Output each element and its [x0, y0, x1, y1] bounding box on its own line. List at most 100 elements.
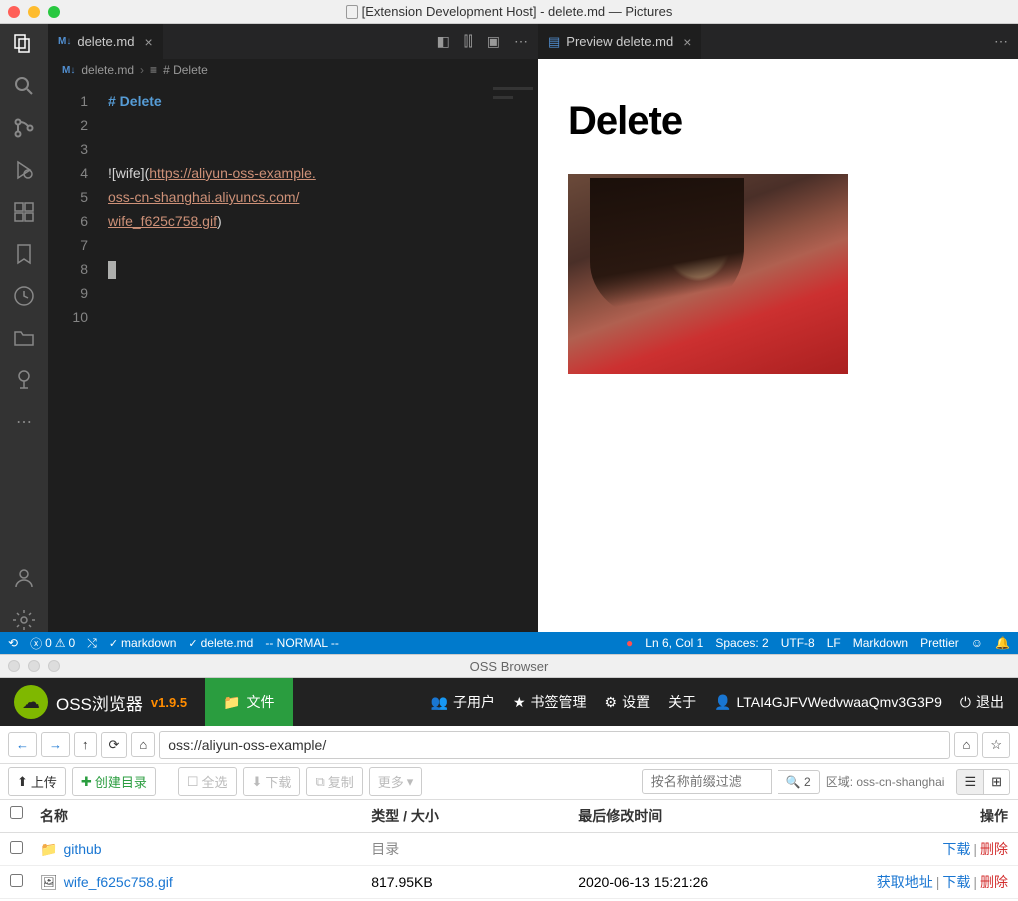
selectall-button[interactable]: ☐ 全选 — [178, 767, 237, 796]
home2-button[interactable]: ⌂ — [954, 732, 978, 757]
download-link[interactable]: 下载 — [942, 841, 970, 857]
lang-mode[interactable]: ✓ markdown — [109, 636, 177, 650]
nav-files[interactable]: 📁 文件 — [205, 678, 292, 726]
nav-subusers[interactable]: 👥 子用户 — [431, 692, 495, 712]
gear-icon[interactable] — [12, 608, 36, 632]
row-checkbox[interactable] — [10, 874, 23, 887]
select-all-checkbox[interactable] — [10, 806, 23, 819]
col-actions: 操作 — [868, 806, 1008, 826]
file-mode[interactable]: ✓ delete.md — [188, 636, 253, 650]
maximize-window-icon[interactable] — [48, 6, 60, 18]
nav-user[interactable]: 👤 LTAI4GJFVWedvwaaQmv3G3P9 — [714, 694, 942, 711]
markdown-icon: M↓ — [62, 65, 75, 76]
feedback-icon[interactable]: ☺ — [971, 636, 983, 650]
copy-button[interactable]: ⧉ 复制 — [306, 767, 362, 796]
file-table: 名称 类型 / 大小 最后修改时间 操作 📁github 目录 下载|删除 🖼w… — [0, 800, 1018, 901]
file-name[interactable]: wife_f625c758.gif — [64, 874, 173, 890]
table-row[interactable]: 🖼wife_f625c758.gif 817.95KB 2020-06-13 1… — [0, 866, 1018, 899]
close-window-icon[interactable] — [8, 660, 20, 672]
up-button[interactable]: ↑ — [74, 732, 97, 757]
more-actions-icon[interactable]: ⋯ — [514, 33, 528, 50]
formatter[interactable]: Prettier — [920, 636, 959, 650]
file-name[interactable]: github — [63, 841, 101, 857]
home-button[interactable]: ⌂ — [131, 732, 155, 757]
preview-icon[interactable]: ⫿⫿ — [464, 33, 473, 50]
search-icon[interactable] — [12, 74, 36, 98]
oss-titlebar: OSS Browser — [0, 654, 1018, 678]
bookmark-icon[interactable] — [12, 242, 36, 266]
mac-titlebar: [Extension Development Host] - delete.md… — [0, 0, 1018, 24]
delete-link[interactable]: 删除 — [980, 874, 1008, 890]
extensions-icon[interactable] — [12, 200, 36, 224]
mkdir-button[interactable]: ✚ 创建目录 — [72, 767, 156, 796]
folder-icon[interactable] — [12, 326, 36, 350]
account-icon[interactable] — [12, 566, 36, 590]
geturl-link[interactable]: 获取地址 — [877, 874, 933, 890]
scm-icon[interactable] — [12, 116, 36, 140]
tab-preview[interactable]: ▤ Preview delete.md × — [538, 24, 701, 59]
encoding[interactable]: UTF-8 — [781, 636, 815, 650]
minimap[interactable] — [488, 81, 538, 632]
tree-icon[interactable] — [12, 368, 36, 392]
close-tab-icon[interactable]: × — [144, 34, 152, 50]
window-title: [Extension Development Host] - delete.md… — [362, 4, 673, 19]
sync-icon[interactable]: ⤭ — [87, 636, 97, 651]
minimize-window-icon[interactable] — [28, 6, 40, 18]
preview-tab-icon: ▤ — [548, 34, 560, 50]
cursor — [108, 261, 116, 279]
tab-label: Preview delete.md — [566, 34, 673, 49]
nav-about[interactable]: 关于 — [668, 692, 696, 712]
row-checkbox[interactable] — [10, 841, 23, 854]
col-date[interactable]: 最后修改时间 — [578, 806, 868, 826]
col-type[interactable]: 类型 / 大小 — [371, 806, 578, 826]
address-input[interactable] — [159, 731, 950, 759]
statusbar: ⟲ ⓧ 0 ⚠ 0 ⤭ ✓ markdown ✓ delete.md -- NO… — [0, 632, 1018, 654]
cursor-pos[interactable]: Ln 6, Col 1 — [645, 636, 703, 650]
more-icon[interactable]: ⋯ — [12, 410, 36, 434]
symbol-icon: ≡ — [150, 63, 157, 77]
download-button[interactable]: ⬇ 下载 — [243, 767, 301, 796]
nav-settings[interactable]: ⚙ 设置 — [605, 692, 651, 712]
indent[interactable]: Spaces: 2 — [715, 636, 768, 650]
split-icon[interactable]: ◧ — [437, 33, 450, 50]
history-icon[interactable] — [12, 284, 36, 308]
breadcrumb[interactable]: M↓ delete.md › ≡ # Delete — [48, 59, 538, 81]
layout-icon[interactable]: ▣ — [487, 33, 500, 50]
language[interactable]: Markdown — [853, 636, 908, 650]
oss-window-title: OSS Browser — [470, 659, 549, 674]
minimize-window-icon[interactable] — [28, 660, 40, 672]
run-icon[interactable] — [12, 158, 36, 182]
markdown-preview: Delete — [538, 59, 1018, 632]
upload-button[interactable]: ⬆ 上传 — [8, 767, 66, 796]
close-tab-icon[interactable]: × — [683, 34, 691, 50]
grid-view-button[interactable]: ⊞ — [984, 769, 1010, 795]
download-link[interactable]: 下载 — [942, 874, 970, 890]
search-button[interactable]: 🔍 2 — [778, 770, 820, 794]
eol[interactable]: LF — [827, 636, 841, 650]
forward-button[interactable]: → — [41, 732, 70, 757]
back-button[interactable]: ← — [8, 732, 37, 757]
bell-icon[interactable]: 🔔 — [995, 636, 1010, 650]
nav-bookmarks[interactable]: ★ 书签管理 — [513, 692, 587, 712]
errors-indicator[interactable]: ⓧ 0 ⚠ 0 — [30, 635, 75, 652]
table-row[interactable]: 📁github 目录 下载|删除 — [0, 833, 1018, 866]
region-label: 区域: oss-cn-shanghai — [826, 773, 945, 790]
close-window-icon[interactable] — [8, 6, 20, 18]
more-button[interactable]: 更多 ▾ — [369, 767, 423, 796]
search-input[interactable] — [642, 769, 772, 794]
remote-icon[interactable]: ⟲ — [8, 636, 18, 650]
explorer-icon[interactable] — [12, 32, 36, 56]
tab-delete-md[interactable]: M↓ delete.md × — [48, 24, 163, 59]
editor[interactable]: 12345678910 # Delete ![wife](https://ali… — [48, 81, 538, 632]
delete-link[interactable]: 删除 — [980, 841, 1008, 857]
rec-icon[interactable]: ● — [626, 636, 633, 650]
refresh-button[interactable]: ⟳ — [101, 732, 128, 758]
col-name[interactable]: 名称 — [40, 806, 371, 826]
folder-icon: 📁 — [40, 841, 57, 858]
star-button[interactable]: ☆ — [982, 732, 1010, 758]
maximize-window-icon[interactable] — [48, 660, 60, 672]
more-actions-icon[interactable]: ⋯ — [994, 33, 1008, 50]
list-view-button[interactable]: ☰ — [956, 769, 984, 795]
code-area[interactable]: # Delete ![wife](https://aliyun-oss-exam… — [108, 81, 538, 632]
nav-exit[interactable]: ⏻ 退出 — [960, 692, 1004, 712]
